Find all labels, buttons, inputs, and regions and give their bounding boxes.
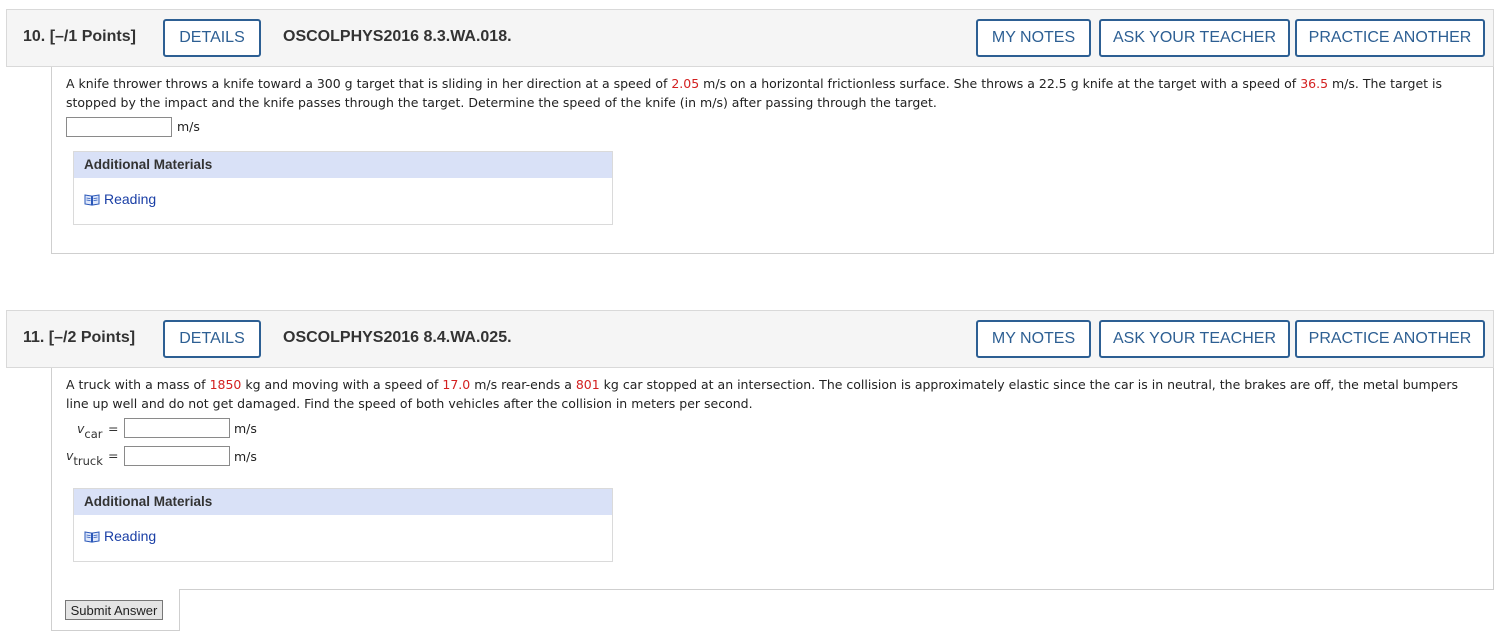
details-button[interactable]: DETAILS <box>163 320 261 358</box>
additional-materials-panel: Additional Materials Reading <box>73 488 613 562</box>
question-11-header: 11. [–/2 Points] DETAILS OSCOLPHYS2016 8… <box>6 310 1494 368</box>
given-truck-mass: 1850 <box>209 377 242 392</box>
my-notes-button[interactable]: MY NOTES <box>976 19 1091 57</box>
given-speed-target: 2.05 <box>671 76 700 91</box>
question-11-body: A truck with a mass of 1850 kg and movin… <box>51 368 1494 590</box>
reading-label: Reading <box>104 528 157 544</box>
given-speed-knife: 36.5 <box>1300 76 1329 91</box>
v-car-answer-input[interactable] <box>124 418 230 438</box>
question-10-code: OSCOLPHYS2016 8.3.WA.018. <box>283 28 512 45</box>
v-truck-label: vtruck <box>66 448 103 468</box>
given-truck-speed: 17.0 <box>442 377 471 392</box>
equals-sign: = <box>108 421 119 436</box>
question-10-number: 10. [–/1 Points] <box>23 28 136 45</box>
book-icon <box>84 530 100 543</box>
ask-your-teacher-button[interactable]: ASK YOUR TEACHER <box>1099 320 1290 358</box>
practice-another-button[interactable]: PRACTICE ANOTHER <box>1295 320 1485 358</box>
book-icon <box>84 193 100 206</box>
unit-label: m/s <box>234 421 257 436</box>
unit-label: m/s <box>177 119 200 134</box>
practice-another-button[interactable]: PRACTICE ANOTHER <box>1295 19 1485 57</box>
reading-link[interactable]: Reading <box>84 191 156 207</box>
reading-label: Reading <box>104 191 157 207</box>
knife-speed-answer-input[interactable] <box>66 117 172 137</box>
my-notes-button[interactable]: MY NOTES <box>976 320 1091 358</box>
question-10-header: 10. [–/1 Points] DETAILS OSCOLPHYS2016 8… <box>6 9 1494 67</box>
given-car-mass: 801 <box>575 377 600 392</box>
ask-your-teacher-button[interactable]: ASK YOUR TEACHER <box>1099 19 1290 57</box>
question-11-text: A truck with a mass of 1850 kg and movin… <box>66 377 1458 411</box>
additional-materials-panel: Additional Materials Reading <box>73 151 613 225</box>
reading-link[interactable]: Reading <box>84 528 156 544</box>
question-10-text: A knife thrower throws a knife toward a … <box>66 76 1443 110</box>
v-car-label: vcar <box>77 421 103 441</box>
submit-answer-button[interactable]: Submit Answer <box>65 600 163 620</box>
v-truck-answer-input[interactable] <box>124 446 230 466</box>
additional-materials-heading: Additional Materials <box>74 152 612 178</box>
equals-sign: = <box>108 448 119 463</box>
question-11-number: 11. [–/2 Points] <box>23 329 136 346</box>
unit-label: m/s <box>234 449 257 464</box>
question-10-body: A knife thrower throws a knife toward a … <box>51 67 1494 254</box>
details-button[interactable]: DETAILS <box>163 19 261 57</box>
question-11-code: OSCOLPHYS2016 8.4.WA.025. <box>283 329 512 346</box>
additional-materials-heading: Additional Materials <box>74 489 612 515</box>
